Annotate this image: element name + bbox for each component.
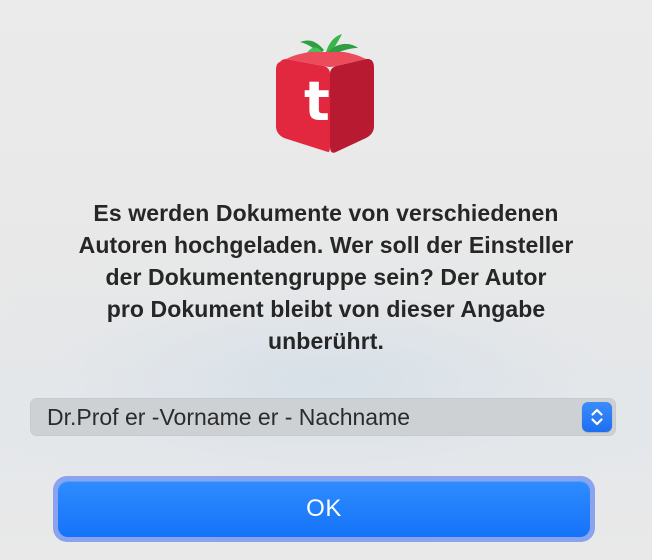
popup-stepper[interactable] [582,402,612,432]
author-selection-dialog: t Es werden Dokumente von verschiedenen … [0,0,652,560]
author-popup-button[interactable]: Dr.Prof er -Vorname er - Nachname [30,398,616,436]
app-logo-icon: t [276,34,374,153]
logo-letter: t [304,70,330,133]
message-line: Autoren hochgeladen. Wer soll der Einste… [78,232,574,258]
ok-button[interactable]: OK [58,481,590,537]
dialog-message: Es werden Dokumente von verschiedenen Au… [20,197,632,357]
ok-button-focus-ring: OK [53,476,595,542]
message-line: pro Dokument bleibt von dieser Angabe [106,296,546,322]
message-line: der Dokumentengruppe sein? Der Autor [105,264,547,290]
message-line: unberührt. [268,328,384,354]
chevron-up-down-icon [591,408,603,426]
message-line: Es werden Dokumente von verschiedenen [93,200,559,226]
app-logo: t [270,28,380,156]
author-popup-selected-value: Dr.Prof er -Vorname er - Nachname [47,404,411,430]
